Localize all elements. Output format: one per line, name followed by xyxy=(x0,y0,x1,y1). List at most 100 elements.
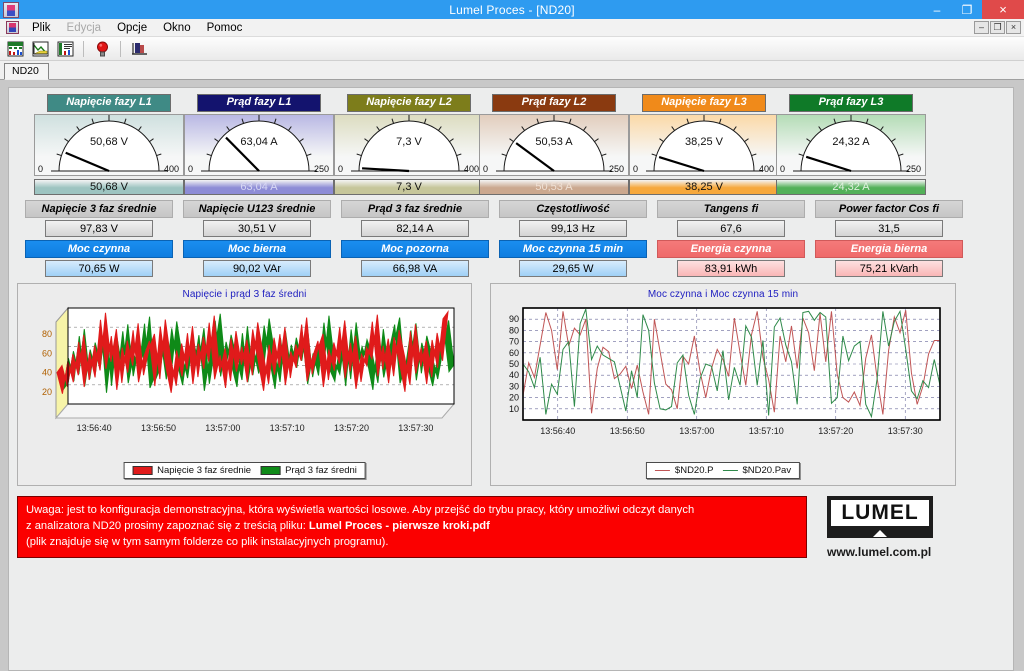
chart-active-power[interactable]: Moc czynna i Moc czynna 15 min 10 20 30 40 5… xyxy=(490,283,956,486)
chart-view-icon[interactable] xyxy=(30,39,50,58)
chart-right-title: Moc czynna i Moc czynna 15 min xyxy=(647,289,799,300)
mdi-restore-button[interactable]: ❐ xyxy=(990,21,1005,34)
document-icon xyxy=(6,21,19,34)
mdi-close-button[interactable]: × xyxy=(1006,21,1021,34)
svg-text:13:56:50: 13:56:50 xyxy=(610,426,645,436)
chart-left-title: Napięcie i prąd 3 faz średni xyxy=(182,289,307,300)
measurement-label-active-energy: Energia czynna xyxy=(657,240,805,258)
archive-icon[interactable] xyxy=(129,39,149,58)
menu-item-okno[interactable]: Okno xyxy=(155,21,199,35)
measurement-label-tangens-fi: Tangens fi xyxy=(657,200,805,218)
measurement-value-frequency: 99,13 Hz xyxy=(519,220,627,237)
legend-item-voltage: Napięcie 3 faz średnie xyxy=(132,465,251,476)
measurement-label-power-factor: Power factor Cos fi xyxy=(815,200,963,218)
window-controls: – ❐ × xyxy=(922,0,1024,19)
measurement-label-apparent-power: Moc pozorna xyxy=(341,240,489,258)
legend-label-pav: $ND20.Pav xyxy=(742,465,792,476)
measurement-value-active-power: 70,65 W xyxy=(45,260,153,277)
gauge-readout-voltage-l3: 38,25 V xyxy=(629,178,779,195)
chart-voltage-current[interactable]: Napięcie i prąd 3 faz średni 20 40 60 80 13:… xyxy=(17,283,472,486)
toolbar-separator-1 xyxy=(83,40,84,57)
app-icon xyxy=(3,1,19,18)
measurement-frequency: Częstotliwość 99,13 Hz xyxy=(499,200,647,237)
window-minimize-button[interactable]: – xyxy=(922,0,952,19)
measurement-tangens-fi: Tangens fi 67,6 xyxy=(657,200,805,237)
chart-left-plot: 20 40 60 80 13:56:40 13:56:50 13:57:00 13:57:10… xyxy=(18,300,471,465)
table-view-icon[interactable] xyxy=(5,39,25,58)
measurement-value-power-factor: 31,5 xyxy=(835,220,943,237)
window-restore-button[interactable]: ❐ xyxy=(952,0,982,19)
window-close-button[interactable]: × xyxy=(982,0,1024,19)
svg-text:20: 20 xyxy=(509,393,519,403)
legend-line-p xyxy=(654,470,670,471)
gauge-dial-voltage-l2: 7,3 V 0 400 xyxy=(334,113,484,176)
svg-text:40: 40 xyxy=(509,370,519,380)
measurement-value-voltage-u123-avg: 30,51 V xyxy=(203,220,311,237)
report-view-icon[interactable] xyxy=(55,39,75,58)
gauge-voltage-l3: Napięcie fazy L3 38,25 V 0 400 38,25 V xyxy=(629,94,779,195)
svg-text:50: 50 xyxy=(509,359,519,369)
lumel-logo-block: LUMEL www.lumel.com.pl xyxy=(827,496,957,559)
legend-label-p: $ND20.P xyxy=(674,465,714,476)
gauge-min-current-l2: 0 xyxy=(483,163,489,174)
legend-item-current: Prąd 3 faz średni xyxy=(260,465,357,476)
svg-text:80: 80 xyxy=(509,325,519,335)
chart-right-plot: 10 20 30 40 50 60 70 80 90 13:56:40 13:56:50 13:57:… xyxy=(491,300,955,465)
gauge-current-l3: Prąd fazy L3 24,32 A 0 250 24,32 A xyxy=(776,94,926,195)
svg-text:30: 30 xyxy=(509,381,519,391)
svg-text:60: 60 xyxy=(42,348,52,358)
measurement-value-active-energy: 83,91 kWh xyxy=(677,260,785,277)
gauge-max-current-l3: 250 xyxy=(905,163,921,174)
gauge-title-current-l1: Prąd fazy L1 xyxy=(197,94,321,112)
gauge-min-voltage-l3: 0 xyxy=(633,163,639,174)
demo-notice-banner: Uwaga: jest to konfiguracja demonstracyj… xyxy=(17,496,807,558)
measurement-label-voltage-3ph-avg: Napięcie 3 faz średnie xyxy=(25,200,173,218)
mdi-minimize-button[interactable]: – xyxy=(974,21,989,34)
menu-item-edycja: Edycja xyxy=(66,21,102,34)
svg-text:13:57:10: 13:57:10 xyxy=(270,423,305,433)
menu-item-pomoc[interactable]: Pomoc xyxy=(199,21,251,35)
gauge-title-voltage-l3: Napięcie fazy L3 xyxy=(642,94,766,112)
lumel-website-url: www.lumel.com.pl xyxy=(827,545,932,559)
measurement-active-power-15min: Moc czynna 15 min 29,65 W xyxy=(499,240,647,277)
menu-item-opcje[interactable]: Opcje xyxy=(109,21,155,35)
alarm-lamp-icon[interactable] xyxy=(92,39,112,58)
svg-text:90: 90 xyxy=(509,314,519,324)
measurement-label-active-power: Moc czynna xyxy=(25,240,173,258)
measurement-reactive-power: Moc bierna 90,02 VAr xyxy=(183,240,331,277)
charts-panel: Napięcie i prąd 3 faz średni 20 40 60 80 13:… xyxy=(17,283,1007,488)
measurement-voltage-u123-avg: Napięcie U123 średnie 30,51 V xyxy=(183,200,331,237)
lumel-triangle-icon xyxy=(873,530,887,537)
gauge-value-voltage-l1: 50,68 V xyxy=(90,135,128,148)
window-title: Lumel Proces - [ND20] xyxy=(449,2,575,17)
chart-right-legend: $ND20.P $ND20.Pav xyxy=(645,462,801,479)
measurement-value-voltage-3ph-avg: 97,83 V xyxy=(45,220,153,237)
gauge-max-voltage-l3: 400 xyxy=(758,163,774,174)
measurement-value-reactive-power: 90,02 VAr xyxy=(203,260,311,277)
svg-text:13:56:40: 13:56:40 xyxy=(77,423,112,433)
measurement-label-reactive-power: Moc bierna xyxy=(183,240,331,258)
legend-item-p: $ND20.P xyxy=(654,465,714,476)
gauge-max-voltage-l1: 400 xyxy=(163,163,179,174)
svg-text:13:57:00: 13:57:00 xyxy=(679,426,714,436)
gauge-max-voltage-l2: 400 xyxy=(463,163,479,174)
measurement-value-reactive-energy: 75,21 kVarh xyxy=(835,260,943,277)
gauge-voltage-l1: Napięcie fazy L1 50,68 V 0 400 50,68 V xyxy=(34,94,184,195)
gauge-readout-current-l3: 24,32 A xyxy=(776,178,926,195)
menu-item-plik[interactable]: Plik xyxy=(24,21,59,35)
gauge-min-voltage-l2: 0 xyxy=(338,163,344,174)
mdi-workspace: Napięcie fazy L1 50,68 V 0 400 50,68 V Prąd f… xyxy=(0,84,1024,671)
measurement-voltage-3ph-avg: Napięcie 3 faz średnie 97,83 V xyxy=(25,200,173,237)
svg-text:13:57:30: 13:57:30 xyxy=(888,426,923,436)
gauge-readout-current-l1: 63,04 A xyxy=(184,178,334,195)
window-titlebar: Lumel Proces - [ND20] – ❐ × xyxy=(0,0,1024,19)
legend-item-pav: $ND20.Pav xyxy=(722,465,791,476)
notice-pdf-filename: Lumel Proces - pierwsze kroki.pdf xyxy=(308,519,490,532)
svg-text:70: 70 xyxy=(509,337,519,347)
svg-text:40: 40 xyxy=(42,368,52,378)
tab-nd20[interactable]: ND20 xyxy=(4,63,49,80)
legend-label-current: Prąd 3 faz średni xyxy=(285,465,357,476)
svg-text:80: 80 xyxy=(42,329,52,339)
gauge-title-current-l2: Prąd fazy L2 xyxy=(492,94,616,112)
svg-text:13:56:40: 13:56:40 xyxy=(540,426,575,436)
